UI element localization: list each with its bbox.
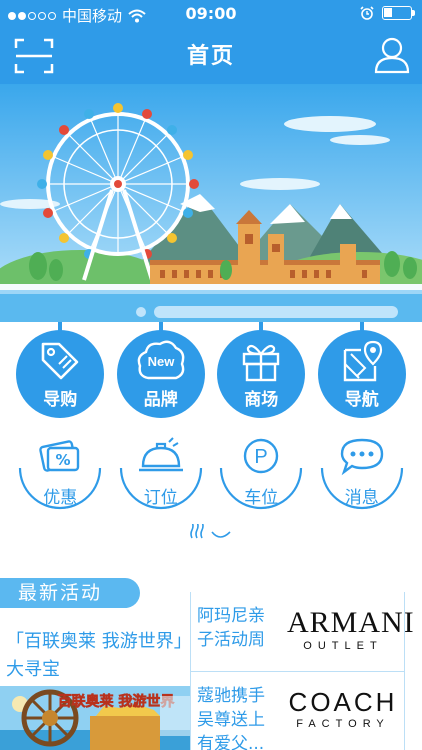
latest-activities-header: 最新活动 <box>0 578 140 608</box>
new-badge-text: New <box>147 354 175 369</box>
menu-guide-label: 导购 <box>43 390 78 410</box>
coach-brand-subtext: FACTORY <box>296 718 390 730</box>
profile-button[interactable] <box>374 36 410 74</box>
coach-brand-text: COACH <box>288 687 398 717</box>
menu-reservation-button[interactable]: 订位 <box>117 432 205 512</box>
menu-guide-button[interactable]: 导购 <box>16 322 105 418</box>
menu-mall-button[interactable]: 商场 <box>217 322 306 418</box>
status-bar: 中国移动 09:00 <box>0 0 422 28</box>
tag-icon <box>41 342 79 380</box>
menu-mall-label: 商场 <box>244 390 279 410</box>
armani-brand-subtext: OUTLET <box>303 640 383 652</box>
menu-navigation-label: 导航 <box>344 390 379 410</box>
featured-activity-card[interactable]: 「百联奥莱 我游世界」大寻宝 百联奥莱 我游世界 <box>0 608 190 750</box>
menu-discount-label: 优惠 <box>43 488 78 508</box>
main-menu: 导购 New 品牌 商场 导航 <box>0 322 422 418</box>
featured-activity-image: 百联奥莱 我游世界 <box>0 686 190 750</box>
activity-title: 阿玛尼亲子活动周 <box>197 606 265 650</box>
promo-banner[interactable] <box>0 84 422 322</box>
menu-parking-label: 车位 <box>244 488 279 508</box>
gift-icon <box>243 344 280 382</box>
coach-factory-logo: COACH FACTORY <box>287 686 399 738</box>
status-time: 09:00 <box>185 4 237 23</box>
chat-bubble-icon <box>340 438 383 476</box>
featured-image-caption: 百联奥莱 我游世界 <box>58 693 176 710</box>
featured-activity-title: 「百联奥莱 我游世界」大寻宝 <box>6 631 183 680</box>
alarm-icon <box>360 6 374 20</box>
menu-messages-button[interactable]: 消息 <box>318 432 406 512</box>
banner-pager[interactable] <box>136 306 398 318</box>
sub-menu: % 优惠 订位 P 车位 消息 <box>0 432 422 512</box>
menu-navigation-button[interactable]: 导航 <box>317 322 406 418</box>
menu-discount-button[interactable]: % 优惠 <box>16 432 104 512</box>
pager-active-indicator <box>154 306 398 318</box>
menu-brand-button[interactable]: New 品牌 <box>116 322 205 418</box>
menu-brand-label: 品牌 <box>143 390 178 410</box>
battery-icon <box>382 6 415 20</box>
coupon-symbol: % <box>56 451 71 469</box>
menu-messages-label: 消息 <box>344 488 379 508</box>
pager-dot[interactable] <box>136 307 146 317</box>
ferris-wheel-illustration <box>0 84 422 322</box>
service-bell-icon <box>138 437 183 472</box>
new-badge-icon: New <box>137 340 185 380</box>
page-title: 首页 <box>186 44 235 69</box>
coupon-icon: % <box>39 440 80 472</box>
menu-page-indicator <box>190 524 231 539</box>
activity-right-border <box>404 592 405 750</box>
armani-brand-text: ARMANI <box>287 606 415 639</box>
parking-icon: P <box>244 438 279 474</box>
parking-symbol: P <box>255 446 268 468</box>
armani-outlet-logo: ARMANI OUTLET <box>287 606 415 658</box>
menu-parking-button[interactable]: P 车位 <box>217 432 305 512</box>
activity-item-armani[interactable]: 阿玛尼亲子活动周 ARMANI OUTLET <box>191 592 415 672</box>
activity-title: 蔻驰携手吴尊送上有爱父... <box>197 686 265 750</box>
user-icon <box>374 37 410 74</box>
nav-bar: 首页 <box>0 28 422 84</box>
activity-item-coach[interactable]: 蔻驰携手吴尊送上有爱父... COACH FACTORY <box>191 672 404 750</box>
map-pin-icon <box>343 340 382 382</box>
menu-reservation-label: 订位 <box>143 488 178 508</box>
